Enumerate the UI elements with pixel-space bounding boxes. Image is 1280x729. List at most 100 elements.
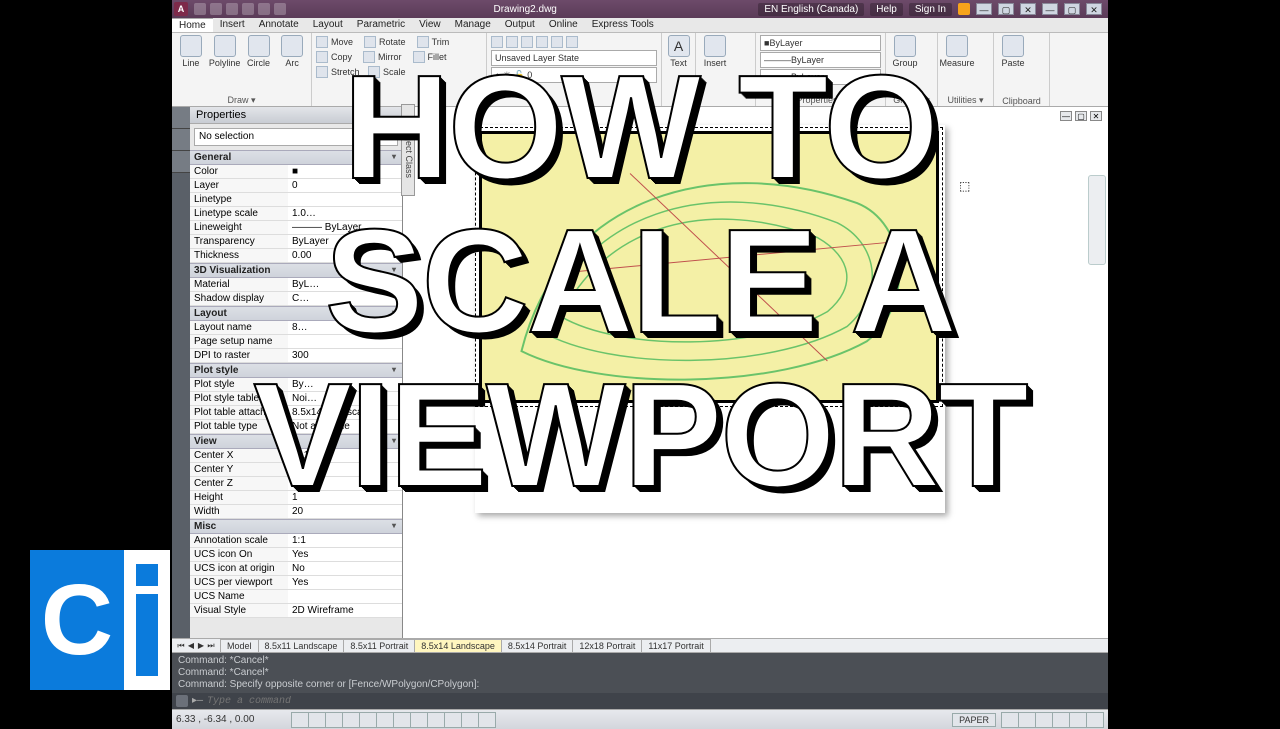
exchange-icon[interactable] bbox=[958, 3, 970, 15]
prop-row[interactable]: Plot table attach…8.5x14 Landscape bbox=[190, 406, 402, 420]
polyline-button[interactable]: Polyline bbox=[210, 35, 240, 68]
prop-row[interactable]: UCS icon at originNo bbox=[190, 562, 402, 576]
prop-value[interactable]: 300 bbox=[288, 349, 402, 362]
layout-tab[interactable]: Model bbox=[220, 639, 259, 652]
canvas-max-icon[interactable]: ▢ bbox=[1075, 111, 1087, 121]
command-line[interactable]: ▸― bbox=[172, 693, 1108, 709]
prop-value[interactable]: Noi… bbox=[288, 392, 402, 405]
minimize-icon[interactable]: — bbox=[976, 3, 992, 15]
quick-access-toolbar[interactable] bbox=[188, 3, 292, 15]
prop-row[interactable]: Layout name8… bbox=[190, 321, 402, 335]
layer-combo[interactable]: ◐ ☀ 🔓 0 bbox=[491, 67, 657, 83]
layout-tab[interactable]: 8.5x11 Landscape bbox=[258, 639, 345, 652]
prop-row[interactable]: Height1 bbox=[190, 491, 402, 505]
prop-value[interactable]: 0 bbox=[288, 179, 402, 192]
prop-row[interactable]: DPI to raster300 bbox=[190, 349, 402, 363]
group-button[interactable]: Group bbox=[890, 35, 920, 68]
palette-icon[interactable] bbox=[172, 107, 190, 129]
measure-button[interactable]: Measure bbox=[942, 35, 972, 68]
paste-button[interactable]: Paste bbox=[998, 35, 1028, 68]
prop-row[interactable]: Lineweight——— ByLayer bbox=[190, 221, 402, 235]
prop-value[interactable]: 20 bbox=[288, 505, 402, 518]
mirror-button[interactable]: Mirror bbox=[378, 52, 402, 62]
prop-value[interactable]: No bbox=[288, 562, 402, 575]
viewport[interactable] bbox=[479, 131, 939, 403]
tab-output[interactable]: Output bbox=[498, 18, 542, 32]
panel-properties-label[interactable]: Properties ▾ bbox=[760, 94, 881, 106]
prop-value[interactable]: C… bbox=[288, 292, 402, 305]
qat-new-icon[interactable] bbox=[194, 3, 206, 15]
lineweight-combo[interactable]: ——— ByLayer bbox=[760, 52, 881, 68]
arc-button[interactable]: Arc bbox=[277, 35, 307, 68]
qat-undo-icon[interactable] bbox=[242, 3, 254, 15]
prop-group[interactable]: Layout bbox=[190, 306, 402, 321]
prop-row[interactable]: Linetype scale1.0… bbox=[190, 207, 402, 221]
tab-home[interactable]: Home bbox=[172, 18, 213, 32]
prop-group[interactable]: Misc bbox=[190, 519, 402, 534]
linetype-combo[interactable]: ——— ByLayer bbox=[760, 69, 881, 85]
prop-row[interactable]: Plot styleBy… bbox=[190, 378, 402, 392]
prop-value[interactable]: 8.5x14 Landscape bbox=[288, 406, 402, 419]
tab-layout[interactable]: Layout bbox=[306, 18, 350, 32]
prop-group[interactable]: View bbox=[190, 434, 402, 449]
circle-button[interactable]: Circle bbox=[244, 35, 274, 68]
prop-row[interactable]: Center Y-4.… bbox=[190, 463, 402, 477]
tab-first-icon[interactable]: ⏮ bbox=[176, 641, 186, 651]
prop-value[interactable]: 1.0… bbox=[288, 207, 402, 220]
prop-value[interactable]: -4.… bbox=[288, 463, 402, 476]
prop-group[interactable]: 3D Visualization bbox=[190, 263, 402, 278]
prop-row[interactable]: Width20 bbox=[190, 505, 402, 519]
panel-groups-label[interactable]: Groups ▾ bbox=[890, 94, 933, 106]
command-input[interactable] bbox=[207, 696, 1104, 707]
prop-row[interactable]: Thickness0.00 bbox=[190, 249, 402, 263]
sign-in-button[interactable]: Sign In bbox=[909, 3, 952, 16]
qat-open-icon[interactable] bbox=[210, 3, 222, 15]
trim-button[interactable]: Trim bbox=[432, 37, 450, 47]
copy-button[interactable]: Copy bbox=[331, 52, 352, 62]
object-class-tab[interactable]: Object Class bbox=[401, 104, 415, 196]
color-combo[interactable]: ■ ByLayer bbox=[760, 35, 881, 51]
tab-view[interactable]: View bbox=[412, 18, 448, 32]
layout-tab[interactable]: 12x18 Portrait bbox=[572, 639, 642, 652]
prop-value[interactable]: -1.18 bbox=[288, 449, 402, 462]
tab-next-icon[interactable]: ▶ bbox=[196, 641, 206, 651]
prop-row[interactable]: Annotation scale1:1 bbox=[190, 534, 402, 548]
move-button[interactable]: Move bbox=[331, 37, 353, 47]
prop-value[interactable] bbox=[288, 335, 402, 348]
prop-row[interactable]: Color■ bbox=[190, 165, 402, 179]
prop-row[interactable]: Layer0 bbox=[190, 179, 402, 193]
prop-row[interactable]: Page setup name bbox=[190, 335, 402, 349]
scale-button[interactable]: Scale bbox=[383, 67, 406, 77]
doc-minimize-icon[interactable]: — bbox=[1042, 3, 1058, 15]
qat-plot-icon[interactable] bbox=[274, 3, 286, 15]
app-icon[interactable]: A bbox=[174, 2, 188, 16]
layout-tab[interactable]: 8.5x14 Portrait bbox=[501, 639, 574, 652]
prop-value[interactable]: ■ bbox=[288, 165, 402, 178]
prop-row[interactable]: Visual Style2D Wireframe bbox=[190, 604, 402, 618]
tab-parametric[interactable]: Parametric bbox=[350, 18, 412, 32]
fillet-button[interactable]: Fillet bbox=[428, 52, 447, 62]
prop-row[interactable]: MaterialByL… bbox=[190, 278, 402, 292]
prop-group[interactable]: General bbox=[190, 150, 402, 165]
line-button[interactable]: Line bbox=[176, 35, 206, 68]
prop-row[interactable]: UCS icon OnYes bbox=[190, 548, 402, 562]
prop-value[interactable]: Yes bbox=[288, 548, 402, 561]
prop-value[interactable] bbox=[288, 193, 402, 206]
prop-group[interactable]: Plot style bbox=[190, 363, 402, 378]
doc-close-icon[interactable]: ✕ bbox=[1086, 3, 1102, 15]
prop-row[interactable]: UCS Name bbox=[190, 590, 402, 604]
close-icon[interactable]: ✕ bbox=[1020, 3, 1036, 15]
prop-value[interactable]: 0.00 bbox=[288, 249, 402, 262]
qat-save-icon[interactable] bbox=[226, 3, 238, 15]
prop-row[interactable]: Linetype bbox=[190, 193, 402, 207]
prop-value[interactable]: Yes bbox=[288, 576, 402, 589]
help-button[interactable]: Help bbox=[870, 3, 903, 16]
language-selector[interactable]: EN English (Canada) bbox=[758, 3, 864, 16]
prop-value[interactable]: ——— ByLayer bbox=[288, 221, 402, 234]
layer-state-combo[interactable]: Unsaved Layer State bbox=[491, 50, 657, 66]
prop-value[interactable]: 8… bbox=[288, 321, 402, 334]
tab-manage[interactable]: Manage bbox=[448, 18, 498, 32]
palette-icon[interactable] bbox=[172, 129, 190, 151]
prop-value[interactable]: 1:1 bbox=[288, 534, 402, 547]
prop-row[interactable]: Center X-1.18 bbox=[190, 449, 402, 463]
